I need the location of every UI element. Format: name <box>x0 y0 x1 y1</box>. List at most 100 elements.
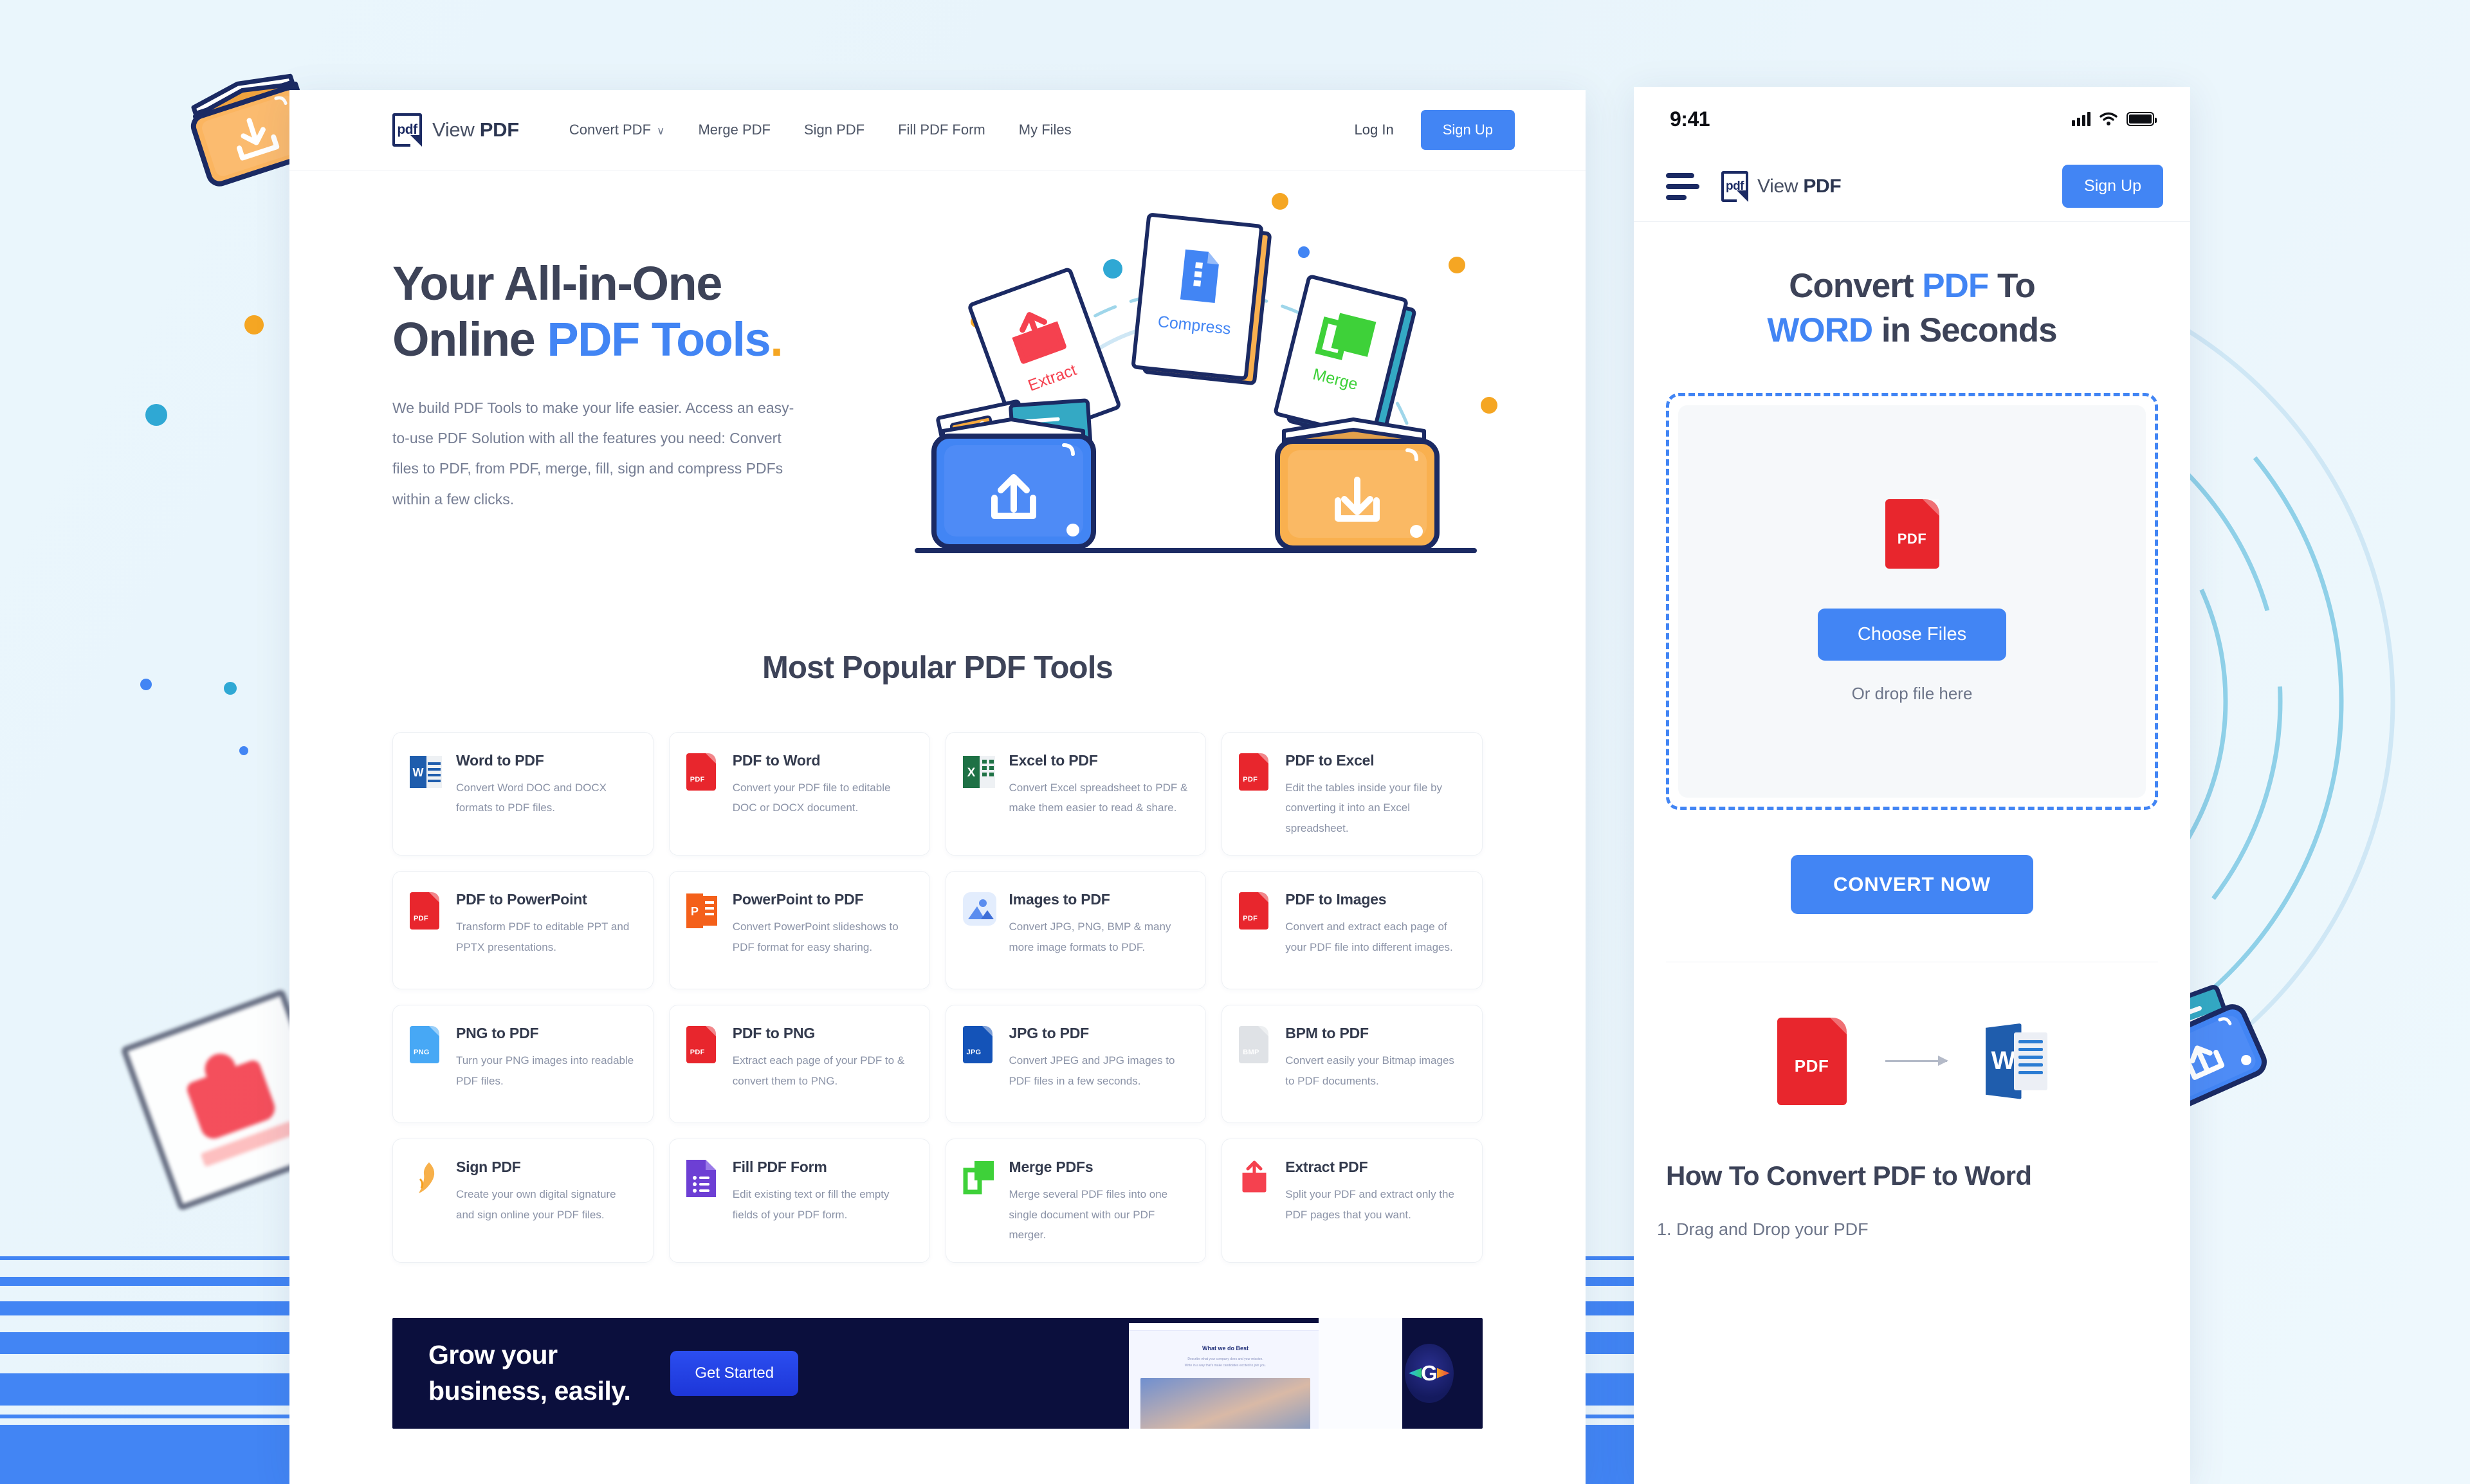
tool-card-png-to-pdf[interactable]: PNG PNG to PDF Turn your PNG images into… <box>392 1005 654 1124</box>
mockup-photo <box>1140 1377 1310 1429</box>
hamburger-menu-icon[interactable] <box>1666 172 1699 200</box>
desktop-navbar: pdf View PDF Convert PDF ∨ Merge PDF Sign… <box>289 90 1586 170</box>
tool-card-description: Convert Excel spreadsheet to PDF & make … <box>1009 782 1188 814</box>
tool-card-excel-to-pdf[interactable]: X Excel to PDF Convert Excel spreadsheet… <box>945 732 1207 856</box>
pdf-logo-icon: pdf <box>392 113 422 147</box>
login-link[interactable]: Log In <box>1355 122 1394 138</box>
word-file-icon: W <box>410 752 443 838</box>
tool-card-description: Merge several PDF files into one single … <box>1009 1188 1168 1241</box>
tool-card-description: Convert PowerPoint slideshows to PDF for… <box>732 921 899 953</box>
brand-name: View PDF <box>432 118 519 141</box>
tool-card-description: Convert JPG, PNG, BMP & many more image … <box>1009 921 1171 953</box>
tool-card-pdf-to-word[interactable]: PDF PDF to Word Convert your PDF file to… <box>668 732 930 856</box>
tool-card-pdf-to-png[interactable]: PDF PDF to PNG Extract each page of your… <box>668 1005 930 1124</box>
chevron-down-icon: ∨ <box>657 125 665 137</box>
tool-card-powerpoint-to-pdf[interactable]: P PowerPoint to PDF Convert PowerPoint s… <box>668 871 930 990</box>
status-icons <box>2072 112 2157 126</box>
mobile-signup-button[interactable]: Sign Up <box>2062 165 2163 208</box>
tool-card-description: Extract each page of your PDF to & conve… <box>732 1054 905 1087</box>
nav-actions: Log In Sign Up <box>1355 110 1515 150</box>
mobile-brand-logo[interactable]: pdf View PDF <box>1721 170 1842 202</box>
tool-card-title: Excel to PDF <box>1009 752 1098 769</box>
how-to-list: Drag and Drop your PDF <box>1666 1216 2158 1243</box>
image-icon <box>962 891 996 972</box>
mobile-page-title: Convert PDF To WORD in Seconds <box>1767 267 2057 349</box>
tool-card-title: PDF to Word <box>732 752 821 769</box>
svg-text:W: W <box>413 766 424 779</box>
pdf-logo-icon: pdf <box>1721 170 1748 202</box>
tool-card-images-to-pdf[interactable]: Images to PDF Convert JPG, PNG, BMP & ma… <box>945 871 1207 990</box>
tool-card-sign-pdf[interactable]: Sign PDF Create your own digital signatu… <box>392 1139 654 1263</box>
tool-card-merge-pdfs[interactable]: Merge PDFs Merge several PDF files into … <box>945 1139 1207 1263</box>
list-item: Drag and Drop your PDF <box>1676 1216 2158 1243</box>
hero-copy: Your All-in-One Online PDF Tools. We bui… <box>392 238 881 566</box>
tool-card-word-to-pdf[interactable]: W Word to PDF Convert Word DOC and DOCX … <box>392 732 654 856</box>
decor-dot <box>145 404 167 426</box>
nav-item-my-files[interactable]: My Files <box>1019 122 1072 138</box>
mockup-subtitle: Describe what your company does and your… <box>1184 1357 1267 1368</box>
wifi-icon <box>2100 112 2118 125</box>
tool-card-title: Word to PDF <box>456 752 544 769</box>
tool-card-description: Create your own digital signature and si… <box>456 1188 616 1221</box>
extract-icon <box>1239 1159 1272 1245</box>
tool-card-description: Transform PDF to editable PPT and PPTX p… <box>456 921 630 953</box>
nav-item-fill-pdf-form[interactable]: Fill PDF Form <box>898 122 985 138</box>
tool-card-pdf-to-images[interactable]: PDF PDF to Images Convert and extract ea… <box>1221 871 1483 990</box>
nav-item-sign-pdf[interactable]: Sign PDF <box>804 122 864 138</box>
tools-section-title: Most Popular PDF Tools <box>762 650 1113 685</box>
jpg-file-icon: JPG <box>962 1025 996 1106</box>
signature-pen-icon <box>410 1159 443 1245</box>
pdf-file-icon: PDF <box>686 1025 720 1106</box>
promo-banner[interactable]: Grow your business, easily. Get Started … <box>392 1317 1483 1429</box>
tool-card-description: Convert JPEG and JPG images to PDF files… <box>1009 1054 1175 1087</box>
arrow-right-icon <box>1885 1056 1948 1067</box>
brand-g-logo: G <box>1405 1343 1454 1403</box>
tool-card-pdf-to-powerpoint[interactable]: PDF PDF to PowerPoint Transform PDF to e… <box>392 871 654 990</box>
drop-hint-text: Or drop file here <box>1851 683 1973 703</box>
tool-card-title: BPM to PDF <box>1285 1025 1369 1042</box>
file-dropzone[interactable]: PDF Choose Files Or drop file here <box>1666 392 2158 810</box>
brand-logo[interactable]: pdf View PDF <box>392 113 519 147</box>
tool-card-title: PowerPoint to PDF <box>732 891 864 908</box>
pdf-file-icon: PDF <box>1239 752 1272 838</box>
nav-links: Convert PDF ∨ Merge PDF Sign PDF Fill PDF… <box>569 122 1072 138</box>
tool-card-pdf-to-excel[interactable]: PDF PDF to Excel Edit the tables inside … <box>1221 732 1483 856</box>
convert-now-button[interactable]: CONVERT NOW <box>1791 854 2033 914</box>
signup-button[interactable]: Sign Up <box>1420 110 1515 150</box>
tool-card-title: Fill PDF Form <box>732 1159 827 1176</box>
choose-files-button[interactable]: Choose Files <box>1817 608 2007 661</box>
pdf-file-icon: PDF <box>1885 499 1939 569</box>
excel-file-icon: X <box>962 752 996 838</box>
tool-card-description: Split your PDF and extract only the PDF … <box>1285 1188 1454 1221</box>
tool-card-description: Convert Word DOC and DOCX formats to PDF… <box>456 782 607 814</box>
tool-card-description: Convert easily your Bitmap images to PDF… <box>1285 1054 1454 1087</box>
word-file-icon: W <box>1985 1023 2047 1099</box>
mobile-window: 9:41 pdf View PDF Sign Up Convert PDF To… <box>1634 87 2190 1484</box>
decor-dot <box>224 682 237 695</box>
png-file-icon: PNG <box>410 1025 443 1106</box>
svg-text:X: X <box>967 766 975 780</box>
pdf-file-icon: PDF <box>1777 1017 1847 1105</box>
tools-grid: W Word to PDF Convert Word DOC and DOCX … <box>289 732 1586 1263</box>
battery-full-icon <box>2127 112 2157 126</box>
merge-icon <box>963 1159 996 1245</box>
nav-item-convert-pdf[interactable]: Convert PDF ∨ <box>569 122 665 138</box>
tool-card-bpm-to-pdf[interactable]: BMP BPM to PDF Convert easily your Bitma… <box>1221 1005 1483 1124</box>
how-to-title: How To Convert PDF to Word <box>1666 1160 2032 1191</box>
tool-card-description: Edit existing text or fill the empty fie… <box>732 1188 890 1221</box>
tool-card-title: Images to PDF <box>1009 891 1110 908</box>
tool-card-description: Convert and extract each page of your PD… <box>1285 921 1453 953</box>
mobile-brand-name: View PDF <box>1757 175 1842 197</box>
tool-card-jpg-to-pdf[interactable]: JPG JPG to PDF Convert JPEG and JPG imag… <box>945 1005 1207 1124</box>
tool-card-fill-pdf-form[interactable]: Fill PDF Form Edit existing text or fill… <box>668 1139 930 1263</box>
get-started-button[interactable]: Get Started <box>670 1350 799 1396</box>
tool-card-title: JPG to PDF <box>1009 1025 1090 1042</box>
banner-site-mockup: What we do Best Describe what your compa… <box>1129 1323 1322 1429</box>
status-clock: 9:41 <box>1670 107 1710 131</box>
tool-card-description: Convert your PDF file to editable DOC or… <box>732 782 891 814</box>
conversion-illustration: PDF W <box>1666 1017 2158 1105</box>
tool-card-extract-pdf[interactable]: Extract PDF Split your PDF and extract o… <box>1221 1139 1483 1263</box>
nav-item-merge-pdf[interactable]: Merge PDF <box>698 122 770 138</box>
tool-card-description: Turn your PNG images into readable PDF f… <box>456 1054 634 1087</box>
tool-card-title: PNG to PDF <box>456 1025 539 1042</box>
